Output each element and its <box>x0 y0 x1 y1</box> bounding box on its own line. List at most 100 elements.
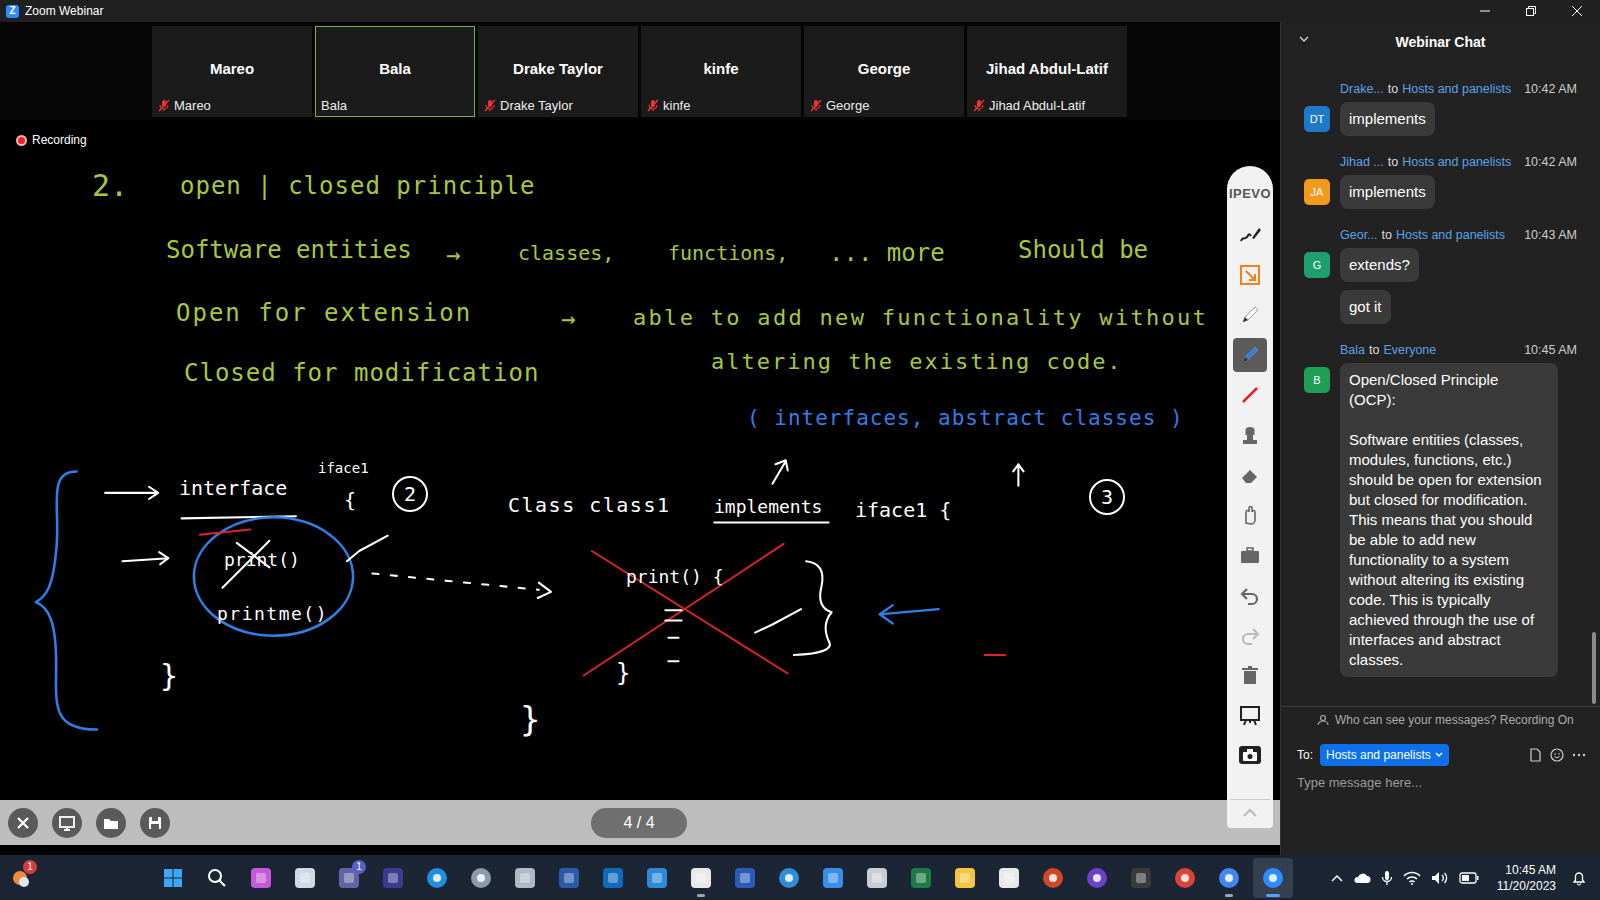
taskbar-app[interactable] <box>549 858 589 898</box>
visibility-notice[interactable]: Who can see your messages? Recording On <box>1281 707 1600 729</box>
eraser-tool[interactable] <box>1233 458 1267 492</box>
bell-icon[interactable] <box>1572 870 1586 886</box>
save-button[interactable] <box>140 808 170 838</box>
tile-app-icon <box>514 867 536 889</box>
taskbar-app[interactable]: 1 <box>329 858 369 898</box>
round-app-icon <box>1262 867 1284 889</box>
taskbar-app[interactable] <box>1209 858 1249 898</box>
taskbar-app[interactable] <box>593 858 633 898</box>
taskbar-app[interactable] <box>1077 858 1117 898</box>
taskbar-app[interactable] <box>989 858 1029 898</box>
running-indicator <box>1225 894 1233 897</box>
chat-composer: Who can see your messages? Recording OnT… <box>1281 706 1600 855</box>
participant-tile[interactable]: BalaBala <box>315 26 475 117</box>
taskbar-app[interactable] <box>769 858 809 898</box>
bottom-gap <box>0 845 1280 855</box>
participant-tile[interactable]: MareoMareo <box>152 26 312 117</box>
taskbar-app[interactable] <box>417 858 457 898</box>
line-icon <box>1238 383 1262 407</box>
taskbar-app[interactable] <box>945 858 985 898</box>
message-bubble: got it <box>1340 290 1391 324</box>
line-tool[interactable] <box>1233 378 1267 412</box>
open-folder-button[interactable] <box>96 808 126 838</box>
scrollbar-thumb[interactable] <box>1592 632 1596 704</box>
taskbar-app[interactable] <box>857 858 897 898</box>
participant-tile[interactable]: GeorgeGeorge <box>804 26 964 117</box>
capture-tool[interactable] <box>1233 258 1267 292</box>
microphone-icon[interactable] <box>1381 870 1393 886</box>
save-icon <box>145 813 165 833</box>
stamp-tool[interactable] <box>1233 418 1267 452</box>
participant-label-text: Mareo <box>174 98 211 113</box>
chevron-down-icon[interactable] <box>1299 36 1309 43</box>
more-icon[interactable] <box>1572 748 1586 762</box>
message-time: 10:45 AM <box>1524 343 1577 357</box>
taskbar-app[interactable] <box>1121 858 1161 898</box>
restore-button[interactable] <box>1508 0 1554 22</box>
recipient-name: Hosts and panelists <box>1402 155 1511 169</box>
pen-tool[interactable] <box>1233 338 1267 372</box>
camera-tool[interactable] <box>1233 738 1267 772</box>
taskbar-app[interactable] <box>505 858 545 898</box>
message-input[interactable] <box>1297 771 1584 793</box>
whiteboard[interactable]: 2.open | closed principleSoftware entiti… <box>0 120 1280 800</box>
taskbar-app[interactable] <box>241 858 281 898</box>
taskbar-app[interactable] <box>373 858 413 898</box>
collapse-toolbar-button[interactable] <box>1230 799 1270 818</box>
taskbar-app[interactable] <box>197 858 237 898</box>
participant-label: Jihad Abdul-Latif <box>968 98 1126 116</box>
pen-tool[interactable] <box>1233 298 1267 332</box>
taskbar-app[interactable] <box>461 858 501 898</box>
person-icon <box>1317 714 1329 726</box>
message-bubbles: Open/Closed Principle (OCP): Software en… <box>1340 363 1558 677</box>
minimize-button[interactable] <box>1462 0 1508 22</box>
cloud-icon[interactable] <box>1353 872 1371 884</box>
notice-text: Who can see your messages? Recording On <box>1335 713 1574 727</box>
taskbar-app[interactable] <box>1165 858 1205 898</box>
taskbar-app[interactable] <box>813 858 853 898</box>
tray-chevron-icon[interactable] <box>1331 874 1343 882</box>
board-tool[interactable] <box>1233 698 1267 732</box>
taskbar-app[interactable] <box>725 858 765 898</box>
wifi-icon[interactable] <box>1403 871 1421 885</box>
participant-tile[interactable]: Jihad Abdul-LatifJihad Abdul-Latif <box>967 26 1127 117</box>
share-screen-button[interactable] <box>52 808 82 838</box>
toolbox-tool[interactable] <box>1233 538 1267 572</box>
whiteboard-note: implements <box>714 498 822 516</box>
participant-tile[interactable]: kinfekinfe <box>641 26 801 117</box>
recipient-dropdown[interactable]: Hosts and panelists <box>1320 744 1449 766</box>
participant-label: George <box>805 98 963 116</box>
eraser-icon <box>1238 463 1262 487</box>
chat-header: Webinar Chat <box>1281 22 1600 62</box>
sender-connector: to <box>1382 228 1392 242</box>
clock[interactable]: 10:45 AM11/20/2023 <box>1497 862 1556 894</box>
participant-label-text: Bala <box>321 98 347 113</box>
recording-indicator: Recording <box>12 131 91 149</box>
participant-tile[interactable]: Drake TaylorDrake Taylor <box>478 26 638 117</box>
muted-mic-icon <box>158 99 170 112</box>
undo-tool[interactable] <box>1233 578 1267 612</box>
hand-tool[interactable] <box>1233 498 1267 532</box>
whiteboard-note: Closed for modification <box>184 361 539 385</box>
signature-tool[interactable] <box>1233 218 1267 252</box>
taskbar-app[interactable] <box>1033 858 1073 898</box>
file-icon[interactable] <box>1528 748 1542 762</box>
sender-avatar: DT <box>1304 106 1330 132</box>
taskbar-app[interactable] <box>285 858 325 898</box>
message-header: Geor...toHosts and panelists10:43 AM <box>1340 226 1577 244</box>
taskbar-app[interactable]: 1 <box>0 858 40 898</box>
taskbar-app[interactable] <box>901 858 941 898</box>
battery-icon[interactable] <box>1459 872 1479 884</box>
close-button[interactable] <box>1554 0 1600 22</box>
whiteboard-note: } <box>160 661 178 691</box>
taskbar-app[interactable] <box>1253 858 1293 898</box>
taskbar-app[interactable] <box>153 858 193 898</box>
close-board-button[interactable] <box>8 808 38 838</box>
sender-connector: to <box>1388 82 1398 96</box>
participant-label: Bala <box>316 98 474 116</box>
taskbar-app[interactable] <box>637 858 677 898</box>
taskbar-app[interactable] <box>681 858 721 898</box>
trash-tool[interactable] <box>1233 658 1267 692</box>
emoji-icon[interactable] <box>1550 748 1564 762</box>
volume-icon[interactable] <box>1431 871 1449 885</box>
